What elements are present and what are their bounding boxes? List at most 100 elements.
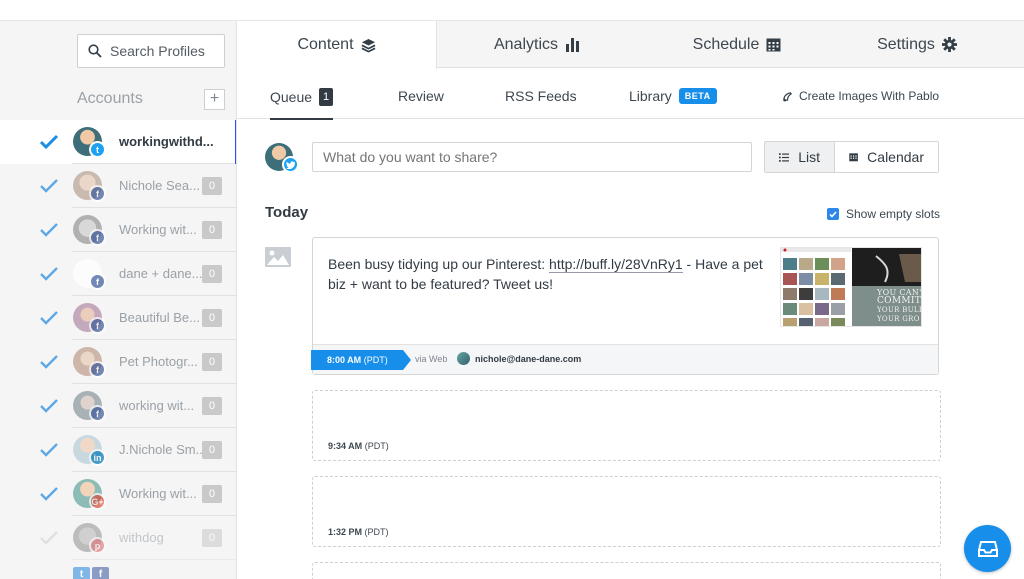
checkmark-icon[interactable] <box>39 310 59 326</box>
tab-analytics[interactable]: Analytics <box>437 21 637 68</box>
checkmark-icon[interactable] <box>39 266 59 282</box>
calendar-icon <box>849 153 858 162</box>
account-queue-count: 0 <box>202 397 222 415</box>
account-queue-count: 0 <box>202 441 222 459</box>
calendar-view-button[interactable]: Calendar <box>835 142 938 172</box>
twitter-icon[interactable]: t <box>73 567 90 579</box>
checkmark-icon[interactable] <box>39 442 59 458</box>
sidebar: Search Profiles Accounts + t workingwithd… <box>0 20 237 579</box>
tab-review[interactable]: Review <box>398 88 444 104</box>
account-row[interactable]: f dane + dane... 0 <box>0 252 236 296</box>
tab-analytics-label: Analytics <box>493 35 559 53</box>
thumb-line-2: COMMITTE <box>877 296 922 306</box>
add-account-button[interactable]: + <box>204 88 225 110</box>
slot-time-value: 9:34 AM <box>328 441 363 451</box>
view-toggle: List Calendar <box>764 141 939 173</box>
image-icon <box>265 247 291 267</box>
search-profiles-input[interactable]: Search Profiles <box>77 34 225 68</box>
post-author: nichole@dane-dane.com <box>457 352 581 365</box>
empty-slot[interactable]: 9:34 AM (PDT) <box>312 390 941 461</box>
checkmark-icon[interactable] <box>39 354 59 370</box>
slot-time-value: 1:32 PM <box>328 527 363 537</box>
day-heading: Today <box>265 204 309 221</box>
account-queue-count: 0 <box>202 309 222 327</box>
checkmark-icon[interactable] <box>39 486 59 502</box>
post-thumbnail[interactable]: YOU CAN'T COMMITTE YOUR BULLS YOUR GRO <box>780 247 922 327</box>
sub-tabs: Queue 1 Review RSS Feeds Library BETA Cr… <box>237 68 1024 120</box>
list-view-button[interactable]: List <box>765 142 835 172</box>
inbox-button[interactable] <box>964 525 1011 572</box>
share-input[interactable] <box>312 142 752 172</box>
facebook-icon: f <box>89 229 106 246</box>
account-queue-count: 0 <box>202 485 222 503</box>
calendar-icon <box>766 38 781 52</box>
facebook-icon[interactable]: f <box>92 567 109 579</box>
search-icon <box>88 44 102 58</box>
account-queue-count: 0 <box>202 529 222 547</box>
account-row[interactable]: f Working wit... 0 <box>0 208 236 252</box>
author-email: nichole@dane-dane.com <box>475 353 582 364</box>
queued-post[interactable]: Been busy tidying up our Pinterest: http… <box>311 237 939 375</box>
layers-icon <box>361 38 375 53</box>
show-empty-slots-checkbox[interactable]: Show empty slots <box>827 207 940 221</box>
tab-rss-feeds[interactable]: RSS Feeds <box>505 88 577 104</box>
account-name: Pet Photogr... <box>119 354 198 369</box>
checkmark-icon[interactable] <box>39 134 59 150</box>
account-row[interactable]: f working wit... 0 <box>0 384 236 428</box>
post-time-tag[interactable]: 8:00 AM (PDT) <box>311 350 411 370</box>
checkmark-icon[interactable] <box>39 178 59 194</box>
create-images-pablo-link[interactable]: Create Images With Pablo <box>782 89 939 103</box>
slot-tz: (PDT) <box>364 441 389 451</box>
queue-count-badge: 1 <box>319 88 334 106</box>
thumb-line-4: YOUR GRO <box>877 315 920 323</box>
account-queue-count: 0 <box>202 177 222 195</box>
tab-content[interactable]: Content <box>237 21 437 69</box>
facebook-icon: f <box>89 185 106 202</box>
post-via: via Web <box>415 354 448 364</box>
list-label: List <box>798 149 820 165</box>
facebook-icon: f <box>89 317 106 334</box>
slot-tz: (PDT) <box>364 527 389 537</box>
account-queue-count: 0 <box>202 353 222 371</box>
tab-schedule[interactable]: Schedule <box>637 21 837 68</box>
calendar-label: Calendar <box>867 149 924 165</box>
tab-schedule-label: Schedule <box>692 35 760 53</box>
account-name: Working wit... <box>119 222 197 237</box>
account-row[interactable]: t workingwithd... <box>0 120 236 164</box>
tab-queue[interactable]: Queue 1 <box>270 88 334 120</box>
facebook-icon: f <box>89 405 106 422</box>
pablo-icon <box>783 91 793 101</box>
account-queue-count: 0 <box>202 265 222 283</box>
tab-content-label: Content <box>297 36 354 53</box>
accounts-header: Accounts + <box>77 87 225 111</box>
account-row[interactable]: p withdog 0 <box>0 516 236 560</box>
tab-settings-label: Settings <box>877 35 935 53</box>
empty-slot[interactable] <box>312 562 941 579</box>
main-tabs: Content Analytics Schedule Settings <box>237 20 1024 69</box>
empty-slot[interactable]: 1:32 PM (PDT) <box>312 476 941 547</box>
inbox-icon <box>977 540 998 557</box>
account-row[interactable]: f Beautiful Be... 0 <box>0 296 236 340</box>
bar-chart-icon <box>566 38 580 52</box>
network-icons-row: t f <box>73 567 109 579</box>
list-icon <box>779 152 790 162</box>
tab-settings[interactable]: Settings <box>817 21 1017 68</box>
account-row[interactable]: f Nichole Sea... 0 <box>0 164 236 208</box>
account-list: t workingwithd... f Nichole Sea... 0 f Working… <box>0 120 236 560</box>
tab-rss-label: RSS Feeds <box>505 88 577 104</box>
checkmark-icon[interactable] <box>39 222 59 238</box>
facebook-icon: f <box>89 361 106 378</box>
pablo-label: Create Images With Pablo <box>799 89 940 103</box>
tab-library[interactable]: Library BETA <box>629 88 717 104</box>
checkmark-icon[interactable] <box>39 530 59 546</box>
row-divider <box>72 559 236 560</box>
post-text: Been busy tidying up our Pinterest: http… <box>328 254 768 294</box>
account-row[interactable]: in J.Nichole Sm... 0 <box>0 428 236 472</box>
checkbox-checked-icon <box>827 208 839 220</box>
thumb-line-3: YOUR BULLS <box>877 306 921 314</box>
post-link[interactable]: http://buff.ly/28VnRy1 <box>549 256 683 273</box>
account-row[interactable]: G+ Working wit... 0 <box>0 472 236 516</box>
account-row[interactable]: f Pet Photogr... 0 <box>0 340 236 384</box>
checkmark-icon[interactable] <box>39 398 59 414</box>
post-footer: 8:00 AM (PDT) via Web nichole@dane-dane.… <box>311 344 938 374</box>
